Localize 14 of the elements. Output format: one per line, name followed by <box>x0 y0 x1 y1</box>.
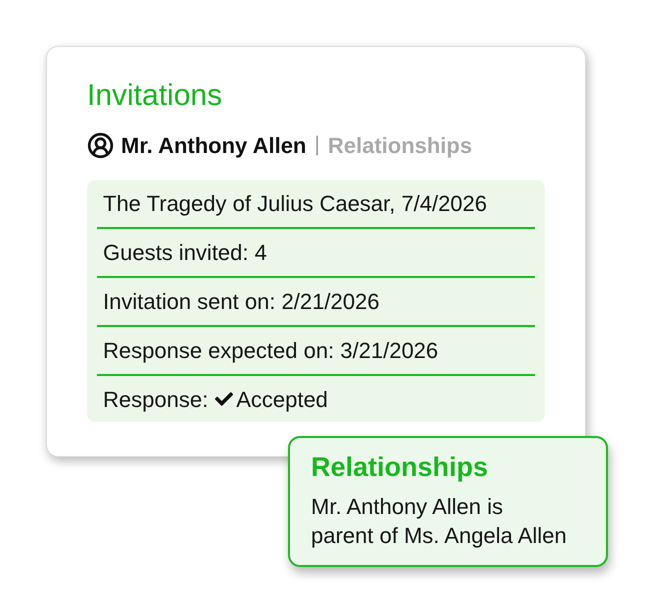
detail-text: The Tragedy of Julius Caesar, 7/4/2026 <box>103 190 488 218</box>
check-icon <box>214 390 234 408</box>
popover-title: Relationships <box>311 452 488 482</box>
detail-text: Guests invited: 4 <box>103 239 267 267</box>
relationships-link[interactable]: Relationships <box>328 128 472 162</box>
person-name: Mr. Anthony Allen <box>121 132 306 160</box>
response-status: Accepted <box>236 386 328 414</box>
separator: | <box>314 132 320 158</box>
popover-text: Mr. Anthony Allen is parent of Ms. Angela Allen <box>311 493 568 550</box>
detail-text: Response expected on: 3/21/2026 <box>103 337 438 365</box>
card-title: Invitations <box>87 80 222 112</box>
detail-text: Invitation sent on: 2/21/2026 <box>103 288 380 316</box>
response-label: Response: <box>103 386 208 414</box>
user-circle-icon <box>87 132 114 158</box>
